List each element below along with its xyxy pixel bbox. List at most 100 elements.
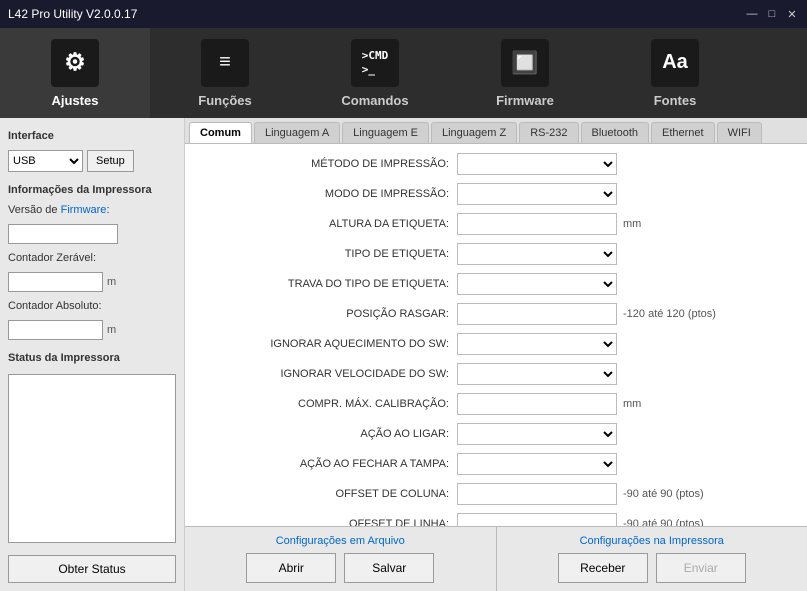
- form-label: OFFSET DE LINHA:: [197, 518, 457, 526]
- form-hint: -90 até 90 (ptos): [623, 488, 704, 500]
- setup-button[interactable]: Setup: [87, 150, 134, 172]
- printer-btn-row: Receber Enviar: [513, 553, 792, 583]
- form-row: ALTURA DA ETIQUETA: mm: [197, 212, 795, 236]
- form-row: IGNORAR VELOCIDADE DO SW:: [197, 362, 795, 386]
- form-label: POSIÇÃO RASGAR:: [197, 308, 457, 320]
- window-controls: — □ ✕: [745, 7, 799, 21]
- form-row: IGNORAR AQUECIMENTO DO SW:: [197, 332, 795, 356]
- form-row: TRAVA DO TIPO DE ETIQUETA:: [197, 272, 795, 296]
- status-box: [8, 374, 176, 543]
- form-field-12[interactable]: [457, 513, 617, 526]
- title-bar: L42 Pro Utility V2.0.0.17 — □ ✕: [0, 0, 807, 28]
- font-icon: Aa: [651, 39, 699, 87]
- form-row: POSIÇÃO RASGAR:-120 até 120 (ptos): [197, 302, 795, 326]
- tab-ethernet[interactable]: Ethernet: [651, 122, 715, 143]
- tab-linguagem-a[interactable]: Linguagem A: [254, 122, 340, 143]
- status-title: Status da Impressora: [8, 352, 176, 364]
- tab-linguagem-e[interactable]: Linguagem E: [342, 122, 429, 143]
- counter-abs-row: m: [8, 320, 176, 340]
- form-field-8[interactable]: [457, 393, 617, 415]
- file-section: Configurações em Arquivo Abrir Salvar: [185, 527, 497, 591]
- counter-abs-input[interactable]: [8, 320, 103, 340]
- nav-firmware-label: Firmware: [496, 93, 554, 108]
- form-label: TRAVA DO TIPO DE ETIQUETA:: [197, 278, 457, 290]
- nav-ajustes-label: Ajustes: [52, 93, 99, 108]
- tab-bluetooth[interactable]: Bluetooth: [581, 122, 649, 143]
- form-label: IGNORAR VELOCIDADE DO SW:: [197, 368, 457, 380]
- form-label: MODO DE IMPRESSÃO:: [197, 188, 457, 200]
- form-field-4[interactable]: [457, 273, 617, 295]
- nav-firmware[interactable]: 🔲 Firmware: [450, 28, 600, 118]
- form-hint: -90 até 90 (ptos): [623, 518, 704, 526]
- tab-rs232[interactable]: RS-232: [519, 122, 578, 143]
- form-field-6[interactable]: [457, 333, 617, 355]
- tab-linguagem-z[interactable]: Linguagem Z: [431, 122, 517, 143]
- form-row: OFFSET DE LINHA: -90 até 90 (ptos): [197, 512, 795, 526]
- gear-icon: ⚙: [51, 39, 99, 87]
- firmware-input[interactable]: [8, 224, 118, 244]
- abrir-button[interactable]: Abrir: [246, 553, 336, 583]
- nav-funcoes-label: Funções: [198, 93, 251, 108]
- form-label: TIPO DE ETIQUETA:: [197, 248, 457, 260]
- chip-icon: 🔲: [501, 39, 549, 87]
- counter-zeravel-label: Contador Zerável:: [8, 252, 176, 264]
- salvar-button[interactable]: Salvar: [344, 553, 434, 583]
- interface-select[interactable]: USB: [8, 150, 83, 172]
- form-row: AÇÃO AO FECHAR A TAMPA:: [197, 452, 795, 476]
- enviar-button[interactable]: Enviar: [656, 553, 746, 583]
- nav-funcoes[interactable]: ≡ Funções: [150, 28, 300, 118]
- info-title: Informações da Impressora: [8, 184, 176, 196]
- list-icon: ≡: [201, 39, 249, 87]
- counter-zeravel-row: m: [8, 272, 176, 292]
- tabs: Comum Linguagem A Linguagem E Linguagem …: [185, 118, 807, 144]
- file-section-title: Configurações em Arquivo: [201, 535, 480, 547]
- maximize-button[interactable]: □: [765, 7, 779, 21]
- tab-comum[interactable]: Comum: [189, 122, 252, 143]
- interface-row: USB Setup: [8, 150, 176, 172]
- nav-comandos[interactable]: >CMD>_ Comandos: [300, 28, 450, 118]
- form-row: MÉTODO DE IMPRESSÃO:: [197, 152, 795, 176]
- form-row: AÇÃO AO LIGAR:: [197, 422, 795, 446]
- obter-status-button[interactable]: Obter Status: [8, 555, 176, 583]
- printer-section-title: Configurações na Impressora: [513, 535, 792, 547]
- receber-button[interactable]: Receber: [558, 553, 648, 583]
- interface-label: Interface: [8, 130, 176, 142]
- file-btn-row: Abrir Salvar: [201, 553, 480, 583]
- form-field-9[interactable]: [457, 423, 617, 445]
- form-label: ALTURA DA ETIQUETA:: [197, 218, 457, 230]
- form-field-3[interactable]: [457, 243, 617, 265]
- form-label: MÉTODO DE IMPRESSÃO:: [197, 158, 457, 170]
- form-row: OFFSET DE COLUNA:-90 até 90 (ptos): [197, 482, 795, 506]
- nav-comandos-label: Comandos: [341, 93, 408, 108]
- tab-wifi[interactable]: WIFI: [717, 122, 762, 143]
- close-button[interactable]: ✕: [785, 7, 799, 21]
- form-hint: mm: [623, 218, 641, 230]
- nav-fontes-label: Fontes: [654, 93, 697, 108]
- nav-ajustes[interactable]: ⚙ Ajustes: [0, 28, 150, 118]
- form-field-11[interactable]: [457, 483, 617, 505]
- form-field-2[interactable]: [457, 213, 617, 235]
- form-row: TIPO DE ETIQUETA:: [197, 242, 795, 266]
- cmd-icon: >CMD>_: [351, 39, 399, 87]
- form-field-1[interactable]: [457, 183, 617, 205]
- form-hint: mm: [623, 398, 641, 410]
- counter-zeravel-input[interactable]: [8, 272, 103, 292]
- nav-fontes[interactable]: Aa Fontes: [600, 28, 750, 118]
- form-field-5[interactable]: [457, 303, 617, 325]
- content-area: Comum Linguagem A Linguagem E Linguagem …: [185, 118, 807, 591]
- counter-zeravel-unit: m: [107, 276, 116, 288]
- firmware-label: Versão de Firmware:: [8, 204, 176, 216]
- sidebar: Interface USB Setup Informações da Impre…: [0, 118, 185, 591]
- form-field-10[interactable]: [457, 453, 617, 475]
- form-label: COMPR. MÁX. CALIBRAÇÃO:: [197, 398, 457, 410]
- form-field-0[interactable]: [457, 153, 617, 175]
- form-row: MODO DE IMPRESSÃO:: [197, 182, 795, 206]
- form-row: COMPR. MÁX. CALIBRAÇÃO: mm: [197, 392, 795, 416]
- bottom-bar: Configurações em Arquivo Abrir Salvar Co…: [185, 526, 807, 591]
- form-field-7[interactable]: [457, 363, 617, 385]
- form-label: IGNORAR AQUECIMENTO DO SW:: [197, 338, 457, 350]
- minimize-button[interactable]: —: [745, 7, 759, 21]
- counter-abs-unit: m: [107, 324, 116, 336]
- main-content: Interface USB Setup Informações da Impre…: [0, 118, 807, 591]
- form-label: AÇÃO AO FECHAR A TAMPA:: [197, 458, 457, 470]
